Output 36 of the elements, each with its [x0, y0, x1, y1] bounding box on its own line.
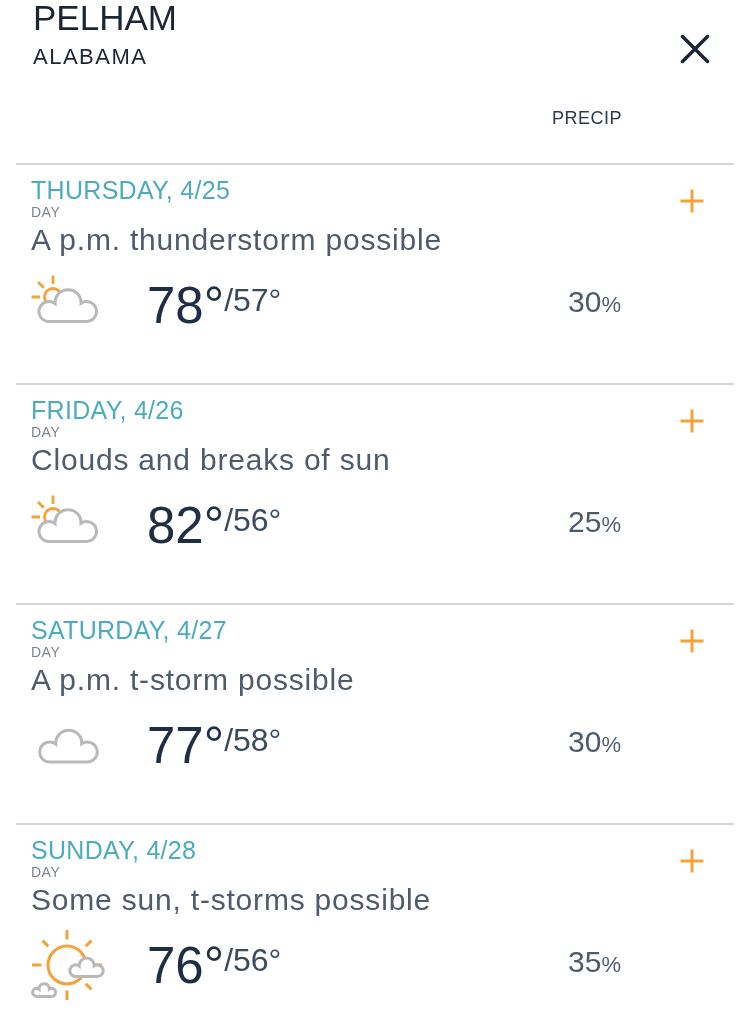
high-temperature: 82°: [147, 500, 225, 551]
cloud-icon: [37, 728, 99, 764]
city-name: PELHAM: [33, 0, 177, 36]
precip-column-header: PRECIP: [551, 107, 622, 129]
close-button[interactable]: [680, 34, 710, 64]
state-name: ALABAMA: [33, 44, 149, 70]
expand-button[interactable]: [679, 188, 705, 214]
weather-description: Clouds and breaks of sun: [31, 443, 391, 477]
expand-button[interactable]: [679, 408, 705, 434]
weather-description: A p.m. t-storm possible: [31, 663, 355, 697]
day-period-label: DAY: [31, 204, 61, 220]
day-date: FRIDAY, 4/26: [31, 396, 184, 424]
day-period-label: DAY: [31, 644, 61, 660]
weather-description: A p.m. thunderstorm possible: [31, 223, 442, 257]
high-temperature: 78°: [147, 280, 225, 331]
day-date: SATURDAY, 4/27: [31, 616, 227, 644]
high-temperature: 76°: [147, 940, 225, 991]
day-date: THURSDAY, 4/25: [31, 176, 231, 204]
weather-description: Some sun, t-storms possible: [31, 883, 432, 917]
sun-with-clouds-icon: [31, 929, 105, 1001]
precip-chance: 35%: [568, 946, 621, 980]
sun-behind-cloud-icon: [31, 275, 99, 323]
precip-chance: 25%: [568, 506, 621, 540]
day-date: SUNDAY, 4/28: [31, 836, 197, 864]
expand-button[interactable]: [679, 628, 705, 654]
low-temperature: /58°: [224, 723, 282, 756]
precip-chance: 30%: [568, 286, 621, 320]
low-temperature: /56°: [224, 943, 282, 976]
expand-button[interactable]: [679, 848, 705, 874]
day-period-label: DAY: [31, 864, 61, 880]
precip-chance: 30%: [568, 726, 621, 760]
sun-behind-cloud-icon: [31, 495, 99, 543]
day-period-label: DAY: [31, 424, 61, 440]
high-temperature: 77°: [147, 720, 225, 771]
low-temperature: /57°: [224, 283, 282, 316]
low-temperature: /56°: [224, 503, 282, 536]
